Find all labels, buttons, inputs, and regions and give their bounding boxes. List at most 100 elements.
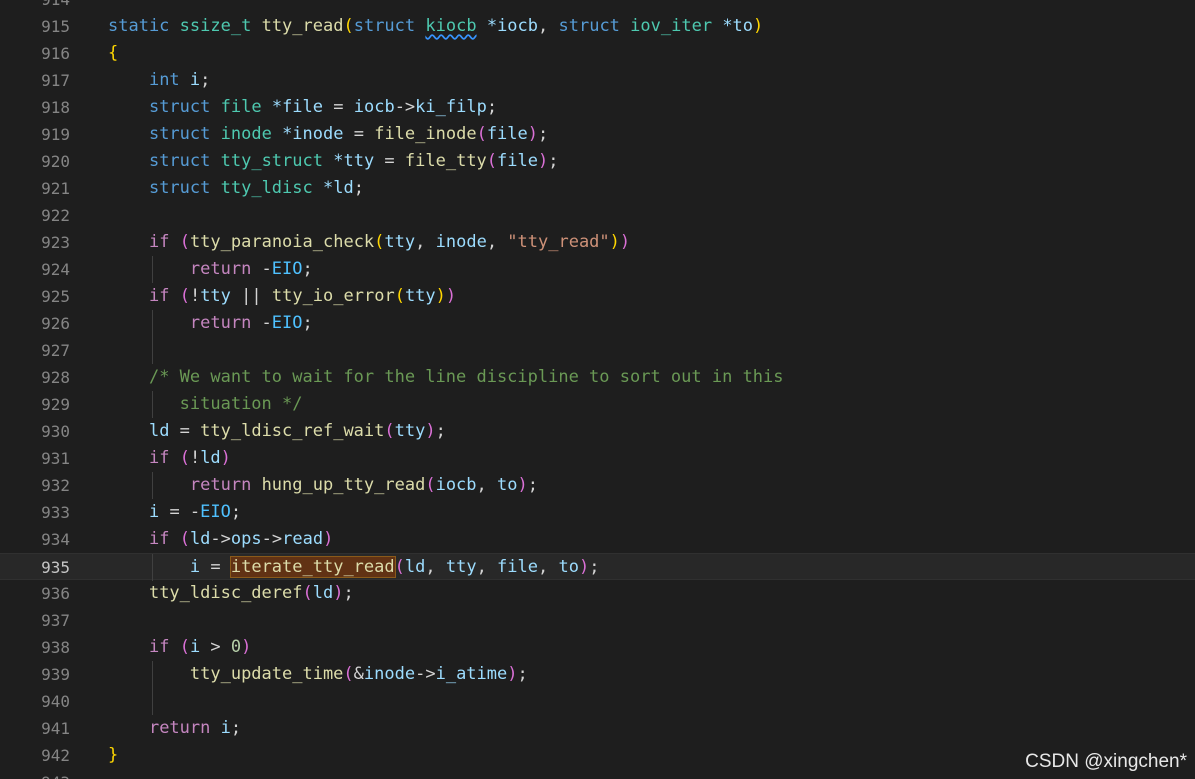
line-number: 917 [41, 71, 70, 90]
code-token: ld [404, 557, 426, 577]
code-token: ld [148, 421, 170, 441]
code-token: ; [353, 178, 364, 198]
code-line[interactable]: 923 if (tty_paranoia_check(tty, inode, "… [0, 229, 1195, 256]
code-token: { [108, 43, 119, 63]
code-token: static [108, 16, 170, 36]
line-number: 934 [41, 530, 70, 549]
code-token: ( [179, 286, 190, 306]
code-token: i_atime [435, 664, 508, 684]
code-token: file [497, 151, 538, 171]
code-text: static ssize_t tty_read(struct kiocb *io… [108, 13, 763, 40]
code-line[interactable]: 940 [0, 688, 1195, 715]
code-token: tty_ldisc [220, 178, 313, 198]
code-token: , [486, 232, 508, 252]
code-line[interactable]: 930 ld = tty_ldisc_ref_wait(tty); [0, 418, 1195, 445]
code-lines[interactable]: 914 915 static ssize_t tty_read(struct kio… [0, 0, 1195, 779]
code-line[interactable]: 943 [0, 769, 1195, 779]
code-line[interactable]: 935 i = iterate_tty_read(ld, tty, file, … [0, 553, 1195, 581]
code-token: ( [302, 583, 313, 603]
line-number: 927 [41, 341, 70, 360]
code-line[interactable]: 929 situation */ [0, 391, 1195, 418]
code-line[interactable]: 937 [0, 607, 1195, 634]
code-line[interactable]: 932 return hung_up_tty_read(iocb, to); [0, 472, 1195, 499]
code-text: if (i > 0) [108, 634, 251, 661]
code-text: return hung_up_tty_read(iocb, to); [108, 472, 538, 499]
code-token: if [148, 232, 170, 252]
code-line[interactable]: 939 tty_update_time(&inode->i_atime); [0, 661, 1195, 688]
line-number: 941 [41, 719, 70, 738]
code-text: if (!tty || tty_io_error(tty)) [108, 283, 456, 310]
code-token: -> [415, 664, 436, 684]
code-line[interactable]: 928 /* We want to wait for the line disc… [0, 364, 1195, 391]
code-token: ( [394, 557, 405, 577]
code-line[interactable]: 924 return -EIO; [0, 256, 1195, 283]
code-token: ; [435, 421, 446, 441]
code-text: i = iterate_tty_read(ld, tty, file, to); [108, 554, 599, 581]
code-token: , [425, 557, 446, 577]
code-token: iocb [435, 475, 477, 495]
code-line[interactable]: 917 int i; [0, 67, 1195, 94]
code-token: int [148, 70, 180, 90]
code-token: -> [210, 529, 231, 549]
code-token: ( [179, 448, 190, 468]
code-token: , [476, 475, 498, 495]
line-number: 915 [41, 17, 70, 36]
code-token: ( [374, 232, 385, 252]
indent-guide [152, 337, 153, 364]
code-editor[interactable]: 914 915 static ssize_t tty_read(struct kio… [0, 0, 1195, 779]
code-line[interactable]: 936 tty_ldisc_deref(ld); [0, 580, 1195, 607]
code-token: return [189, 259, 252, 279]
code-token: return [189, 475, 252, 495]
code-text: i = -EIO; [108, 499, 241, 526]
code-token: *to [722, 16, 754, 36]
code-line[interactable]: 916 { [0, 40, 1195, 67]
code-line[interactable]: 915 static ssize_t tty_read(struct kiocb … [0, 13, 1195, 40]
code-token: ; [486, 97, 498, 117]
code-line[interactable]: 941 return i; [0, 715, 1195, 742]
code-line[interactable]: 920 struct tty_struct *tty = file_tty(fi… [0, 148, 1195, 175]
code-line[interactable]: 922 [0, 202, 1195, 229]
code-token: struct [148, 151, 211, 171]
code-line[interactable]: 918 struct file *file = iocb->ki_filp; [0, 94, 1195, 121]
code-line[interactable]: 934 if (ld->ops->read) [0, 526, 1195, 553]
code-token: = [374, 151, 405, 171]
code-line[interactable]: 919 struct inode *inode = file_inode(fil… [0, 121, 1195, 148]
watermark: CSDN @xingchen* [1025, 751, 1187, 772]
code-token: ( [179, 529, 190, 549]
code-text: situation */ [108, 391, 303, 418]
code-token: ops [230, 529, 262, 549]
code-line[interactable]: 933 i = -EIO; [0, 499, 1195, 526]
code-line[interactable]: 926 return -EIO; [0, 310, 1195, 337]
line-number: 939 [41, 665, 70, 684]
code-token: ) [609, 232, 620, 252]
code-token: tty [394, 421, 426, 441]
code-line[interactable]: 938 if (i > 0) [0, 634, 1195, 661]
code-line[interactable]: 914 [0, 0, 1195, 13]
code-token: ) [578, 557, 590, 577]
code-line[interactable]: 942} [0, 742, 1195, 769]
line-number: 930 [41, 422, 70, 441]
code-token: } [108, 745, 119, 765]
line-number: 916 [41, 44, 70, 63]
code-token: ld [189, 529, 211, 549]
code-line[interactable]: 921 struct tty_ldisc *ld; [0, 175, 1195, 202]
code-token: ( [476, 124, 487, 144]
code-token: ) [517, 475, 528, 495]
code-token: to [497, 475, 518, 495]
code-token: ( [343, 16, 354, 36]
code-token: ssize_t [179, 16, 252, 36]
code-line[interactable]: 927 [0, 337, 1195, 364]
code-token: EIO [271, 313, 303, 333]
line-number: 928 [41, 368, 70, 387]
code-line[interactable]: 925 if (!tty || tty_io_error(tty)) [0, 283, 1195, 310]
code-line[interactable]: 931 if (!ld) [0, 445, 1195, 472]
